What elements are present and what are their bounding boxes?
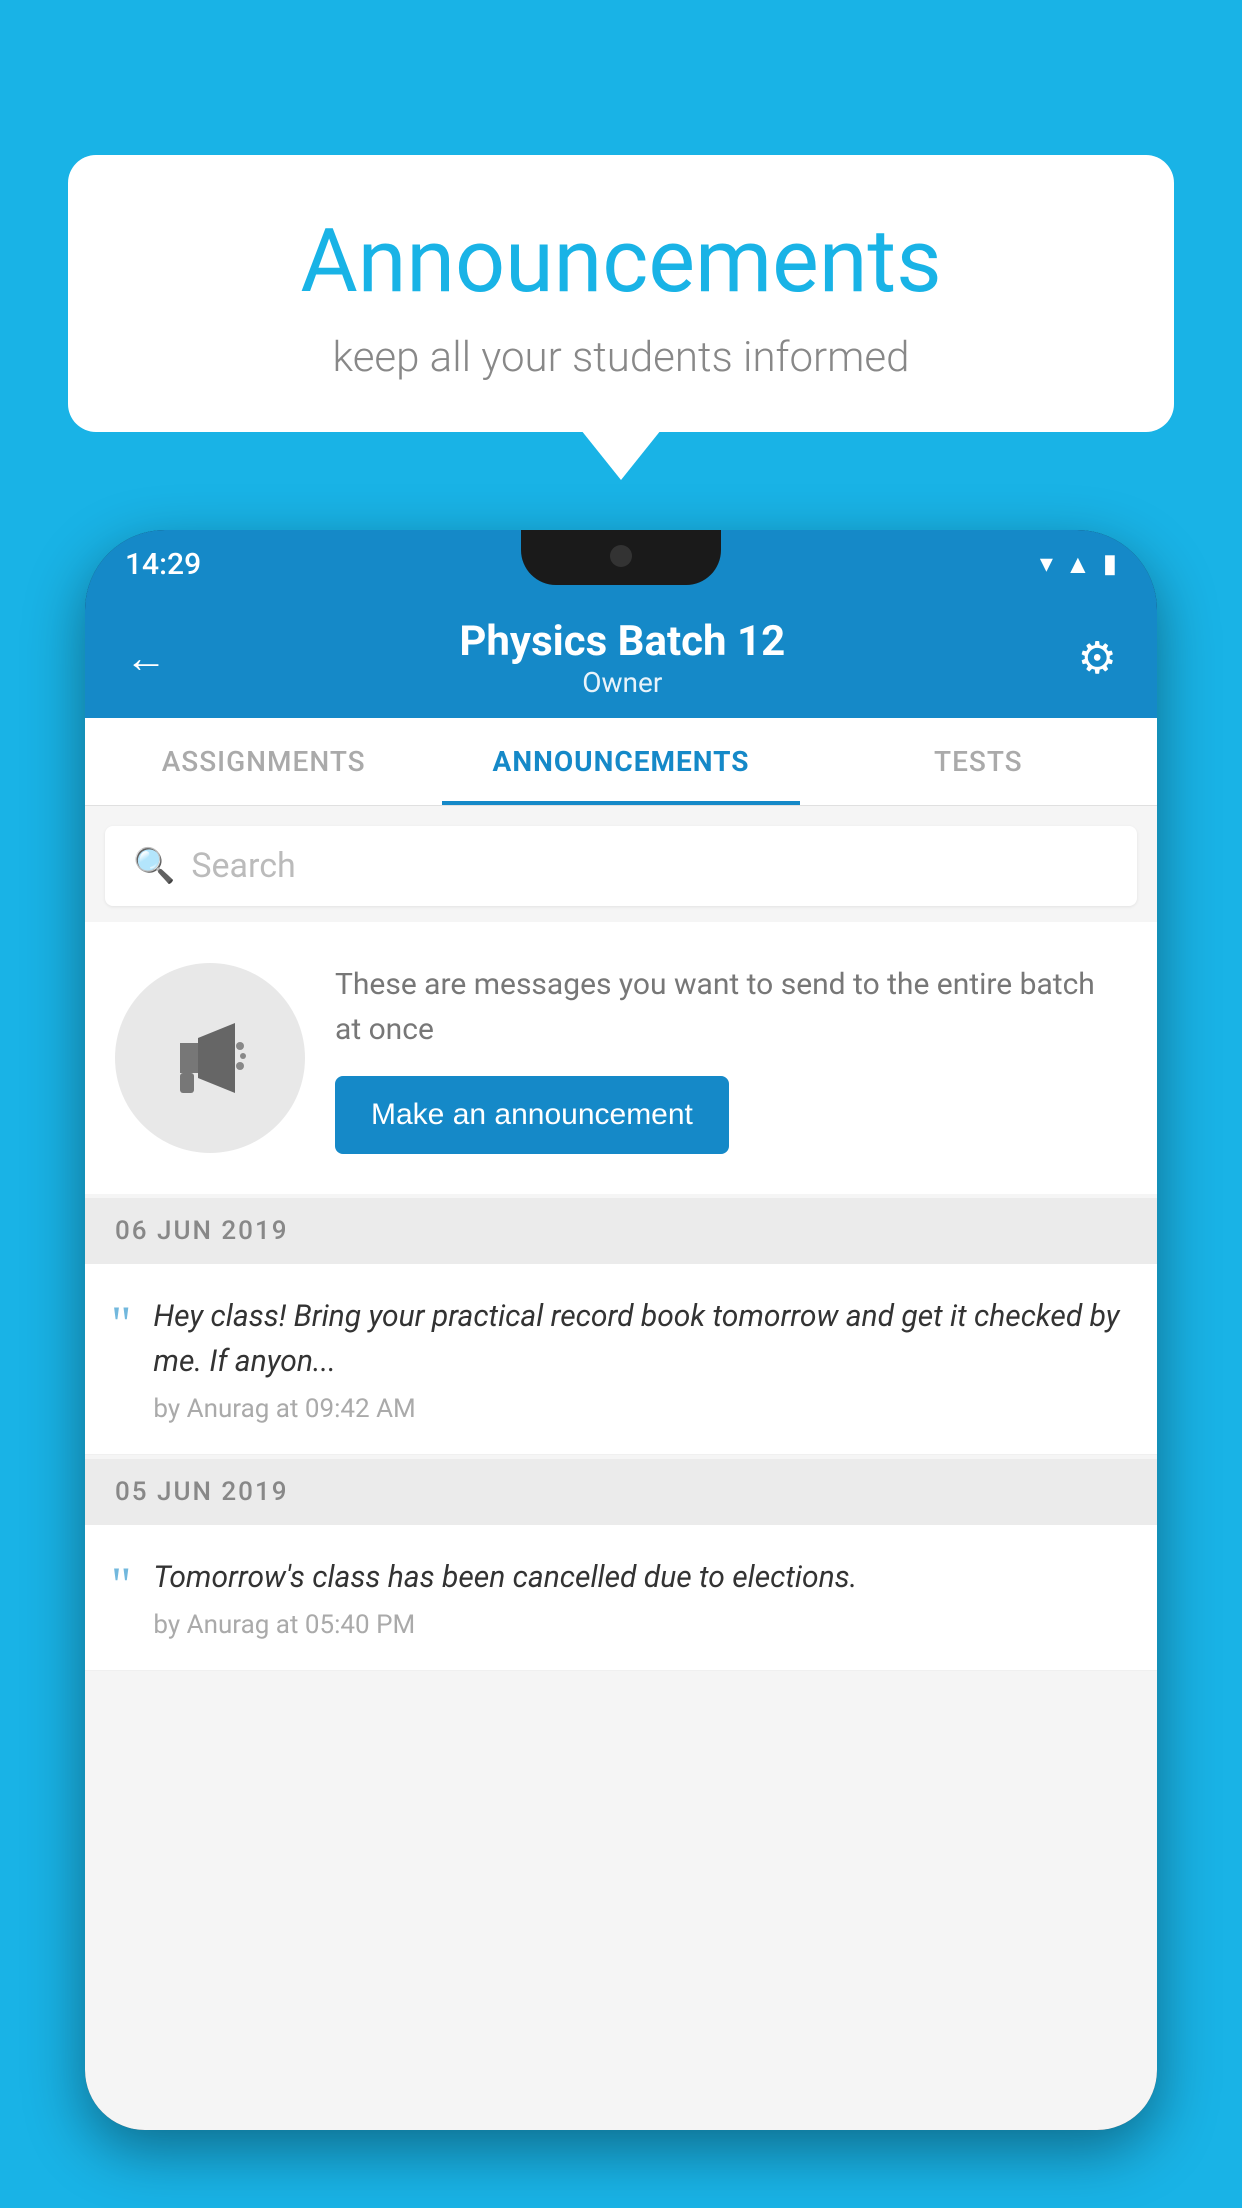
promo-card: These are messages you want to send to t… bbox=[85, 922, 1157, 1194]
announcement-content-2: Tomorrow's class has been cancelled due … bbox=[153, 1555, 1127, 1640]
announcement-content-1: Hey class! Bring your practical record b… bbox=[153, 1294, 1127, 1424]
signal-icon: ▲ bbox=[1065, 549, 1091, 580]
search-bar[interactable]: 🔍 Search bbox=[105, 826, 1137, 906]
header-center: Physics Batch 12 Owner bbox=[459, 617, 785, 699]
status-time: 14:29 bbox=[125, 547, 201, 582]
header-subtitle: Owner bbox=[459, 666, 785, 699]
phone-frame: 14:29 ▾ ▲ ▮ ← Physics Batch 12 Owner ⚙ bbox=[85, 530, 1157, 2130]
announcement-text-2: Tomorrow's class has been cancelled due … bbox=[153, 1555, 1127, 1600]
date-separator-2: 05 JUN 2019 bbox=[85, 1459, 1157, 1525]
tab-assignments[interactable]: ASSIGNMENTS bbox=[85, 718, 442, 805]
tabs-container: ASSIGNMENTS ANNOUNCEMENTS TESTS bbox=[85, 718, 1157, 806]
status-icons: ▾ ▲ ▮ bbox=[1040, 549, 1117, 580]
announcement-text-1: Hey class! Bring your practical record b… bbox=[153, 1294, 1127, 1384]
promo-icon-circle bbox=[115, 963, 305, 1153]
search-icon: 🔍 bbox=[133, 846, 175, 886]
quote-icon-1: " bbox=[111, 1298, 131, 1348]
promo-right: These are messages you want to send to t… bbox=[335, 962, 1127, 1154]
date-separator-1: 06 JUN 2019 bbox=[85, 1198, 1157, 1264]
announcement-item-1[interactable]: " Hey class! Bring your practical record… bbox=[85, 1264, 1157, 1455]
battery-icon: ▮ bbox=[1103, 549, 1117, 579]
announcement-meta-2: by Anurag at 05:40 PM bbox=[153, 1610, 1127, 1640]
megaphone-svg bbox=[160, 1008, 260, 1108]
tab-tests[interactable]: TESTS bbox=[800, 718, 1157, 805]
search-placeholder-text: Search bbox=[191, 846, 295, 886]
status-bar: 14:29 ▾ ▲ ▮ bbox=[85, 530, 1157, 598]
make-announcement-button[interactable]: Make an announcement bbox=[335, 1076, 729, 1154]
speech-bubble: Announcements keep all your students inf… bbox=[68, 155, 1174, 432]
tab-announcements[interactable]: ANNOUNCEMENTS bbox=[442, 718, 799, 805]
announcement-item-2[interactable]: " Tomorrow's class has been cancelled du… bbox=[85, 1525, 1157, 1671]
header-title: Physics Batch 12 bbox=[459, 617, 785, 666]
quote-icon-2: " bbox=[111, 1559, 131, 1609]
notch bbox=[521, 530, 721, 585]
bubble-subtitle: keep all your students informed bbox=[128, 333, 1114, 382]
back-button[interactable]: ← bbox=[125, 634, 167, 683]
speech-bubble-container: Announcements keep all your students inf… bbox=[68, 155, 1174, 432]
bubble-title: Announcements bbox=[128, 210, 1114, 313]
settings-icon[interactable]: ⚙ bbox=[1078, 632, 1117, 684]
camera-dot bbox=[610, 545, 632, 567]
phone-inner: 14:29 ▾ ▲ ▮ ← Physics Batch 12 Owner ⚙ bbox=[85, 530, 1157, 2130]
phone-container: 14:29 ▾ ▲ ▮ ← Physics Batch 12 Owner ⚙ bbox=[85, 530, 1157, 2208]
app-header: ← Physics Batch 12 Owner ⚙ bbox=[85, 598, 1157, 718]
phone-content: 🔍 Search bbox=[85, 806, 1157, 2130]
wifi-icon: ▾ bbox=[1040, 549, 1053, 579]
promo-description: These are messages you want to send to t… bbox=[335, 962, 1127, 1052]
announcement-meta-1: by Anurag at 09:42 AM bbox=[153, 1394, 1127, 1424]
